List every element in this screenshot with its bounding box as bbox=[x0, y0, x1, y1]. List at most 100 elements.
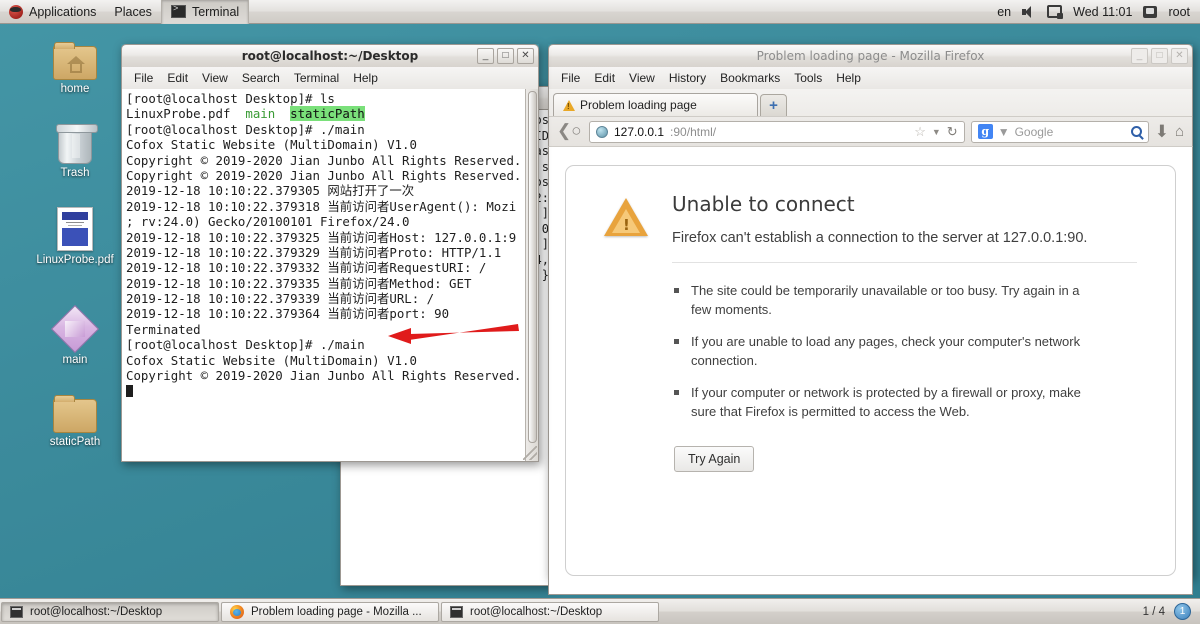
taskbar-item-terminal-1[interactable]: root@localhost:~/Desktop bbox=[1, 601, 219, 622]
resize-grip[interactable] bbox=[523, 446, 537, 460]
terminal-text: 2019-12-18 10:10:22.379318 当前访问者UserAgen… bbox=[126, 198, 517, 214]
terminal-line: Cofox Static Website (MultiDomain) V1.0 bbox=[126, 353, 534, 368]
search-bar[interactable]: g ▼ Google bbox=[970, 120, 1149, 143]
keyboard-layout-indicator[interactable]: en bbox=[997, 5, 1011, 19]
chevron-down-icon[interactable]: ▼ bbox=[998, 125, 1010, 139]
user-icon bbox=[1143, 5, 1158, 18]
volume-icon[interactable] bbox=[1022, 5, 1036, 18]
applications-menu[interactable]: Applications bbox=[0, 0, 105, 24]
terminal-scrollbar[interactable] bbox=[525, 89, 538, 461]
back-forward-button[interactable]: ❮○ bbox=[557, 121, 583, 143]
error-header: ! Unable to connect Firefox can't establ… bbox=[604, 192, 1137, 472]
firefox-tab[interactable]: Problem loading page bbox=[553, 93, 758, 116]
terminal-text: 2019-12-18 10:10:22.379325 当前访问者Host: 12… bbox=[126, 229, 517, 245]
clock[interactable]: Wed 11:01 bbox=[1073, 5, 1132, 19]
terminal-output[interactable]: [root@localhost Desktop]# ls LinuxProbe.p… bbox=[122, 89, 538, 399]
close-button[interactable]: ✕ bbox=[1171, 48, 1188, 64]
taskbar-item-firefox[interactable]: Problem loading page - Mozilla ... bbox=[221, 601, 439, 622]
terminal-line: Cofox Static Website (MultiDomain) V1.0 bbox=[126, 137, 534, 152]
menu-terminal[interactable]: Terminal bbox=[288, 70, 345, 86]
firefox-content-area: ! Unable to connect Firefox can't establ… bbox=[548, 146, 1193, 595]
terminal-text: [root@localhost Desktop]# ./main bbox=[126, 337, 365, 353]
menu-edit[interactable]: Edit bbox=[588, 70, 621, 86]
terminal-scrollbar-thumb[interactable] bbox=[528, 91, 537, 443]
terminal-text: 2019-12-18 10:10:22.379339 当前访问者URL: / bbox=[126, 291, 435, 307]
maximize-button[interactable]: □ bbox=[497, 48, 514, 64]
error-card: ! Unable to connect Firefox can't establ… bbox=[565, 165, 1176, 576]
pdf-document-icon bbox=[30, 205, 120, 251]
menu-help[interactable]: Help bbox=[830, 70, 867, 86]
trash-icon bbox=[30, 118, 120, 164]
error-bullet: If you are unable to load any pages, che… bbox=[674, 332, 1094, 370]
terminal-line: 2019-12-18 10:10:22.379305 网站打开了一次 bbox=[126, 183, 534, 198]
downloads-icon[interactable]: ⬇ bbox=[1155, 122, 1169, 142]
taskbar-item-terminal-2[interactable]: root@localhost:~/Desktop bbox=[441, 601, 659, 622]
menu-view[interactable]: View bbox=[196, 70, 234, 86]
menu-tools[interactable]: Tools bbox=[788, 70, 828, 86]
minimize-button[interactable]: _ bbox=[477, 48, 494, 64]
search-icon[interactable] bbox=[1130, 126, 1142, 137]
desktop-icon-staticpath[interactable]: staticPath bbox=[30, 387, 120, 449]
try-again-button[interactable]: Try Again bbox=[674, 446, 755, 472]
terminal-text: Copyright © 2019-2020 Jian Junbo All Rig… bbox=[126, 368, 522, 384]
firefox-titlebar[interactable]: Problem loading page - Mozilla Firefox _… bbox=[548, 44, 1193, 67]
top-panel: Applications Places Terminal en Wed 11:0… bbox=[0, 0, 1200, 24]
terminal-line: Copyright © 2019-2020 Jian Junbo All Rig… bbox=[126, 168, 534, 183]
warning-triangle-icon: ! bbox=[604, 198, 648, 238]
terminal-text: [root@localhost Desktop]# ls bbox=[126, 91, 335, 106]
desktop: Applications Places Terminal en Wed 11:0… bbox=[0, 0, 1200, 624]
firefox-window-title: Problem loading page - Mozilla Firefox bbox=[756, 49, 985, 63]
terminal-icon bbox=[170, 4, 186, 18]
minimize-button[interactable]: _ bbox=[1131, 48, 1148, 64]
terminal-text: 2019-12-18 10:10:22.379335 当前访问者Method: … bbox=[126, 275, 472, 291]
firefox-window[interactable]: Problem loading page - Mozilla Firefox _… bbox=[548, 44, 1193, 595]
menu-view[interactable]: View bbox=[623, 70, 661, 86]
network-disconnected-icon[interactable] bbox=[1047, 5, 1064, 19]
terminal-line: 2019-12-18 10:10:22.379339 当前访问者URL: / bbox=[126, 291, 534, 306]
terminal-line bbox=[126, 383, 534, 398]
terminal-text: 2019-12-18 10:10:22.379329 当前访问者Proto: H… bbox=[126, 244, 502, 260]
user-name[interactable]: root bbox=[1168, 5, 1190, 19]
terminal-window[interactable]: root@localhost:~/Desktop _ □ ✕ File Edit… bbox=[121, 44, 539, 462]
desktop-icon-label: home bbox=[60, 83, 90, 95]
menu-bookmarks[interactable]: Bookmarks bbox=[714, 70, 786, 86]
menu-file[interactable]: File bbox=[555, 70, 586, 86]
terminal-text: staticPath bbox=[290, 106, 365, 122]
firefox-navbar: ❮○ 127.0.0.1:90/html/ ☆ ▼ ↻ g ▼ Google ⬇… bbox=[549, 116, 1192, 146]
terminal-text: main bbox=[245, 106, 276, 122]
url-bar[interactable]: 127.0.0.1:90/html/ ☆ ▼ ↻ bbox=[589, 120, 965, 143]
home-icon[interactable]: ⌂ bbox=[1175, 123, 1184, 140]
terminal-line: 2019-12-18 10:10:22.379335 当前访问者Method: … bbox=[126, 276, 534, 291]
terminal-text: LinuxProbe.pdf bbox=[126, 106, 246, 122]
close-button[interactable]: ✕ bbox=[517, 48, 534, 64]
places-menu[interactable]: Places bbox=[105, 0, 161, 24]
url-path: :90/html/ bbox=[670, 124, 717, 139]
menu-search[interactable]: Search bbox=[236, 70, 286, 86]
google-icon: g bbox=[977, 124, 993, 139]
terminal-line: Copyright © 2019-2020 Jian Junbo All Rig… bbox=[126, 368, 534, 383]
search-input[interactable]: Google bbox=[1015, 125, 1054, 139]
terminal-text: Copyright © 2019-2020 Jian Junbo All Rig… bbox=[126, 152, 522, 168]
menu-help[interactable]: Help bbox=[347, 70, 384, 86]
menu-history[interactable]: History bbox=[663, 70, 712, 86]
firefox-chrome: Problem loading page + ❮○ 127.0.0.1:90/h… bbox=[548, 89, 1193, 146]
chevron-down-icon[interactable]: ▼ bbox=[932, 127, 941, 137]
new-tab-button[interactable]: + bbox=[760, 94, 787, 116]
terminal-titlebar[interactable]: root@localhost:~/Desktop _ □ ✕ bbox=[121, 44, 539, 67]
maximize-button[interactable]: □ bbox=[1151, 48, 1168, 64]
menu-file[interactable]: File bbox=[128, 70, 159, 86]
workspace-current-badge[interactable]: 1 bbox=[1174, 603, 1191, 620]
desktop-icon-trash[interactable]: Trash bbox=[30, 118, 120, 180]
active-window-button[interactable]: Terminal bbox=[160, 0, 250, 24]
reload-icon[interactable]: ↻ bbox=[947, 124, 958, 140]
taskbar-item-label: Problem loading page - Mozilla ... bbox=[251, 605, 422, 618]
desktop-icon-main[interactable]: main bbox=[30, 300, 120, 367]
terminal-line: ; rv:24.0) Gecko/20100101 Firefox/24.0 bbox=[126, 214, 534, 229]
desktop-icon-linuxprobe-pdf[interactable]: LinuxProbe.pdf bbox=[30, 205, 120, 267]
desktop-icon-home[interactable]: home bbox=[30, 34, 120, 96]
workspace-switcher[interactable]: 1 / 4 1 bbox=[1143, 603, 1200, 620]
terminal-body[interactable]: [root@localhost Desktop]# ls LinuxProbe.p… bbox=[121, 89, 539, 462]
menu-edit[interactable]: Edit bbox=[161, 70, 194, 86]
active-window-label: Terminal bbox=[191, 4, 240, 19]
bookmark-star-icon[interactable]: ☆ bbox=[914, 124, 926, 140]
